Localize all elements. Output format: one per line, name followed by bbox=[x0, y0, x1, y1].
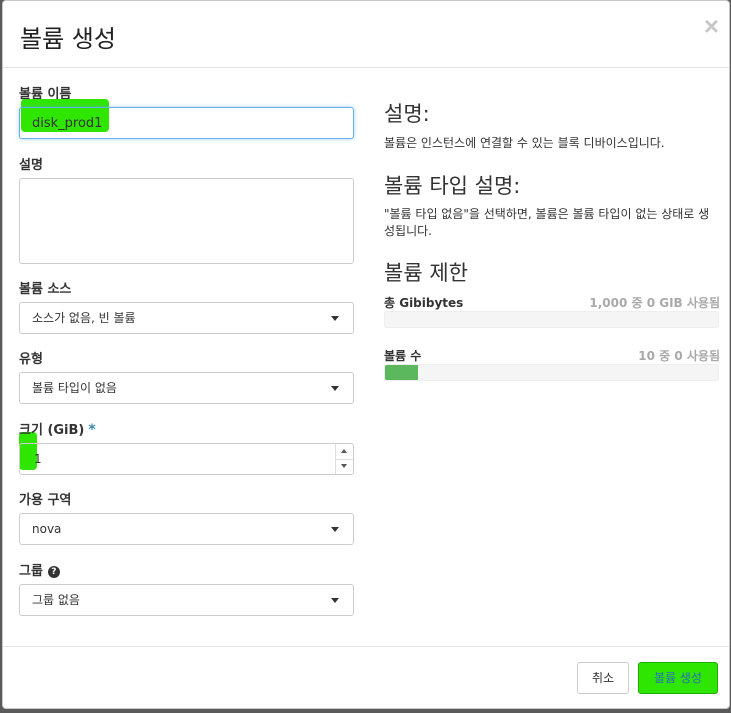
availability-zone-label: 가용 구역 bbox=[19, 493, 72, 508]
quota-label: 볼륨 수 bbox=[384, 349, 422, 363]
spin-up-icon[interactable] bbox=[336, 444, 353, 460]
create-volume-button[interactable]: 볼륨 생성 bbox=[638, 662, 718, 694]
volume-type-label: 유형 bbox=[19, 352, 43, 367]
close-icon[interactable]: × bbox=[704, 13, 719, 39]
quota-label: 총 Gibibytes bbox=[384, 296, 464, 310]
description-textarea[interactable] bbox=[19, 178, 354, 264]
size-value: 1 bbox=[34, 452, 42, 466]
group-select[interactable]: 그룹 없음 bbox=[19, 584, 354, 616]
volume-type-value: 볼륨 타입이 없음 bbox=[32, 381, 117, 395]
caret-down-icon bbox=[331, 527, 339, 532]
size-input[interactable]: 1 bbox=[19, 443, 354, 475]
group-label-text: 그룹 bbox=[19, 564, 43, 579]
dialog-footer: 취소 볼륨 생성 bbox=[3, 646, 729, 708]
create-volume-dialog: 볼륨 생성 × 볼륨 이름 설명 볼륨 소스 소스가 없음, 빈 볼륨 유형 볼… bbox=[2, 0, 730, 709]
size-spinner bbox=[335, 444, 353, 474]
group-value: 그룹 없음 bbox=[32, 593, 80, 607]
quota-progress-fill bbox=[385, 365, 419, 380]
volume-source-select[interactable]: 소스가 없음, 빈 볼륨 bbox=[19, 302, 354, 334]
caret-down-icon bbox=[331, 598, 339, 603]
quota-progress-bar bbox=[384, 311, 719, 328]
availability-zone-select[interactable]: nova bbox=[19, 513, 354, 545]
dialog-body: 볼륨 이름 설명 볼륨 소스 소스가 없음, 빈 볼륨 유형 볼륨 타입이 없음… bbox=[3, 68, 729, 646]
create-volume-button-label: 볼륨 생성 bbox=[654, 671, 702, 685]
dialog-title: 볼륨 생성 bbox=[20, 25, 116, 53]
volume-type-text: "볼륨 타입 없음"을 선택하면, 볼륨은 볼륨 타입이 없는 상태로 생성됩니… bbox=[384, 207, 710, 238]
volume-type-select[interactable]: 볼륨 타입이 없음 bbox=[19, 372, 354, 404]
volume-type-heading: 볼륨 타입 설명: bbox=[384, 174, 521, 198]
description-text: 볼륨은 인스턴스에 연결할 수 있는 블록 디바이스입니다. bbox=[384, 136, 665, 150]
dialog-header: 볼륨 생성 × bbox=[3, 1, 729, 68]
caret-down-icon bbox=[331, 316, 339, 321]
group-label: 그룹? bbox=[19, 560, 60, 579]
volume-source-label: 볼륨 소스 bbox=[19, 282, 72, 297]
size-label-text: 크기 (GiB) bbox=[19, 423, 85, 438]
size-label: 크기 (GiB) * bbox=[19, 419, 96, 438]
description-label: 설명 bbox=[19, 158, 43, 173]
spin-down-icon[interactable] bbox=[336, 459, 353, 474]
volume-name-input[interactable] bbox=[19, 107, 354, 139]
required-star-icon: * bbox=[88, 422, 96, 438]
quota-usage: 10 중 0 사용됨 bbox=[638, 349, 720, 363]
description-heading: 설명: bbox=[384, 102, 430, 126]
caret-down-icon bbox=[331, 386, 339, 391]
volume-source-value: 소스가 없음, 빈 볼륨 bbox=[32, 311, 136, 325]
quota-progress-bar bbox=[384, 364, 719, 381]
quota-usage: 1,000 중 0 GIB 사용됨 bbox=[589, 296, 720, 310]
availability-zone-value: nova bbox=[32, 522, 62, 536]
volume-limits-heading: 볼륨 제한 bbox=[384, 261, 468, 285]
cancel-button[interactable]: 취소 bbox=[577, 662, 629, 694]
question-circle-icon[interactable]: ? bbox=[47, 566, 60, 578]
